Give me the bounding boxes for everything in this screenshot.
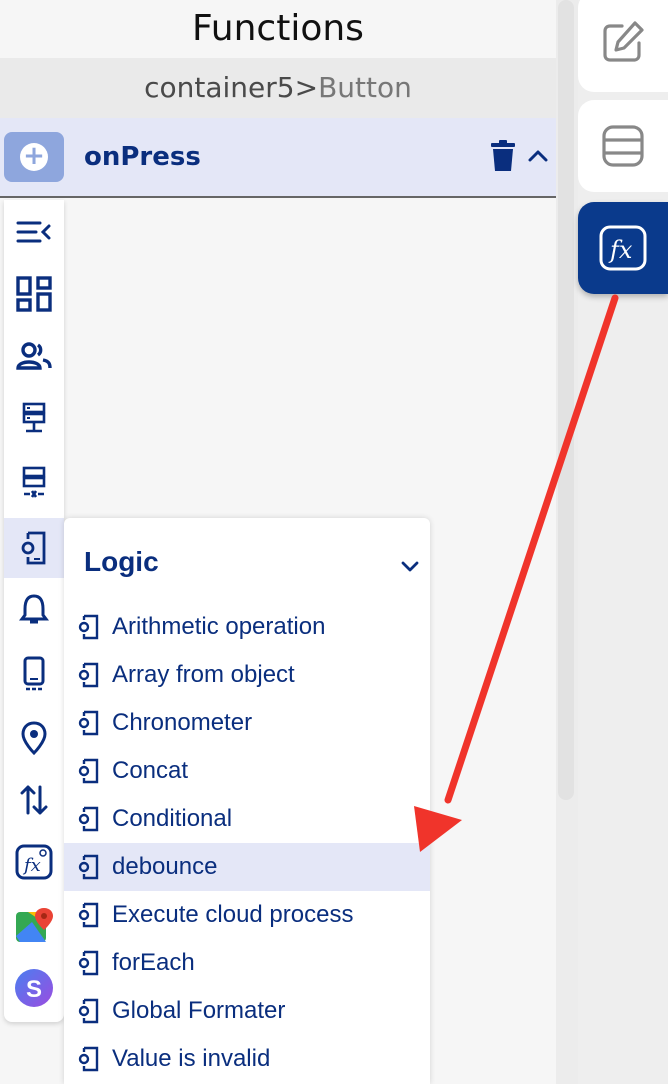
plus-icon: +: [20, 143, 48, 171]
logic-item[interactable]: Chronometer: [64, 699, 430, 747]
svg-text:fx: fx: [22, 855, 41, 876]
breadcrumb-current: Button: [318, 71, 412, 104]
logic-dropdown-panel: Logic Arithmetic operation Array from ob…: [64, 518, 430, 1084]
logic-device-icon: [78, 950, 99, 976]
tab-database[interactable]: [578, 100, 668, 192]
logic-device-icon: [78, 902, 99, 928]
tab-functions[interactable]: fx: [578, 202, 668, 294]
logic-item[interactable]: Value is invalid: [64, 1035, 430, 1083]
collapse-menu-icon[interactable]: [4, 202, 64, 262]
logic-item[interactable]: Array from object: [64, 651, 430, 699]
breadcrumb-parent[interactable]: container5: [144, 71, 295, 104]
logic-device-icon: [78, 614, 99, 640]
page-title: Functions: [0, 0, 556, 58]
logic-device-icon: [78, 998, 99, 1024]
logic-item[interactable]: Conditional: [64, 795, 430, 843]
edit-icon: [603, 21, 644, 62]
logic-item[interactable]: Execute cloud process: [64, 891, 430, 939]
logic-device-icon: [78, 758, 99, 784]
category-icon-rail: fx S: [4, 200, 64, 1022]
location-pin-icon[interactable]: [4, 708, 64, 768]
logic-item-label: Value is invalid: [112, 1045, 271, 1072]
logic-item-selected[interactable]: debounce: [64, 843, 430, 891]
logic-item-label: Conditional: [112, 805, 233, 832]
logic-item-label: Concat: [112, 757, 189, 784]
breadcrumb: container5>Button: [0, 58, 556, 118]
logic-item-label: Chronometer: [112, 709, 253, 736]
logic-item-label: Execute cloud process: [112, 901, 354, 928]
s-logo-icon[interactable]: S: [4, 958, 64, 1018]
dashboard-icon[interactable]: [4, 264, 64, 324]
database-icon: [602, 125, 644, 167]
server-icon[interactable]: [4, 388, 64, 448]
add-action-button[interactable]: +: [4, 132, 64, 182]
logic-title[interactable]: Logic: [84, 546, 159, 578]
logic-item-label: Global Formater: [112, 997, 286, 1024]
svg-text:S: S: [26, 976, 42, 1003]
logic-item[interactable]: Arithmetic operation: [64, 603, 430, 651]
google-maps-icon[interactable]: [4, 896, 64, 956]
bell-icon[interactable]: [4, 580, 64, 640]
logic-device-icon: [78, 662, 99, 688]
vertical-scrollbar[interactable]: [556, 0, 578, 1084]
scrollbar-thumb[interactable]: [558, 0, 574, 800]
users-icon[interactable]: [4, 326, 64, 386]
logic-item[interactable]: Global Formater: [64, 987, 430, 1035]
logic-item[interactable]: Concat: [64, 747, 430, 795]
functions-panel: Functions container5>Button + onPress fx…: [0, 0, 556, 1084]
svg-text:fx: fx: [608, 236, 633, 264]
custom-function-icon[interactable]: fx: [4, 832, 64, 892]
logic-item-label: forEach: [112, 949, 195, 976]
event-row-onpress[interactable]: + onPress: [0, 118, 556, 198]
side-tab-bar: fx: [578, 0, 668, 1084]
logic-item-label: debounce: [112, 853, 218, 880]
logic-device-icon[interactable]: [4, 518, 64, 578]
logic-device-icon: [78, 1046, 99, 1072]
tab-edit[interactable]: [578, 0, 668, 92]
logic-device-icon: [78, 710, 99, 736]
logic-item[interactable]: forEach: [64, 939, 430, 987]
function-fx-icon: fx: [599, 225, 647, 271]
logic-device-icon: [78, 806, 99, 832]
logic-item-label: Array from object: [112, 661, 295, 688]
breadcrumb-separator: >: [294, 71, 319, 104]
trash-icon[interactable]: [490, 140, 516, 172]
phone-icon[interactable]: [4, 644, 64, 704]
chevron-down-icon[interactable]: [400, 556, 420, 576]
server-error-icon[interactable]: [4, 452, 64, 512]
logic-item-label: Arithmetic operation: [112, 613, 326, 640]
chevron-up-icon[interactable]: [526, 144, 550, 168]
transfer-arrows-icon[interactable]: [4, 770, 64, 830]
logic-device-icon: [78, 854, 99, 880]
event-name: onPress: [84, 142, 201, 172]
